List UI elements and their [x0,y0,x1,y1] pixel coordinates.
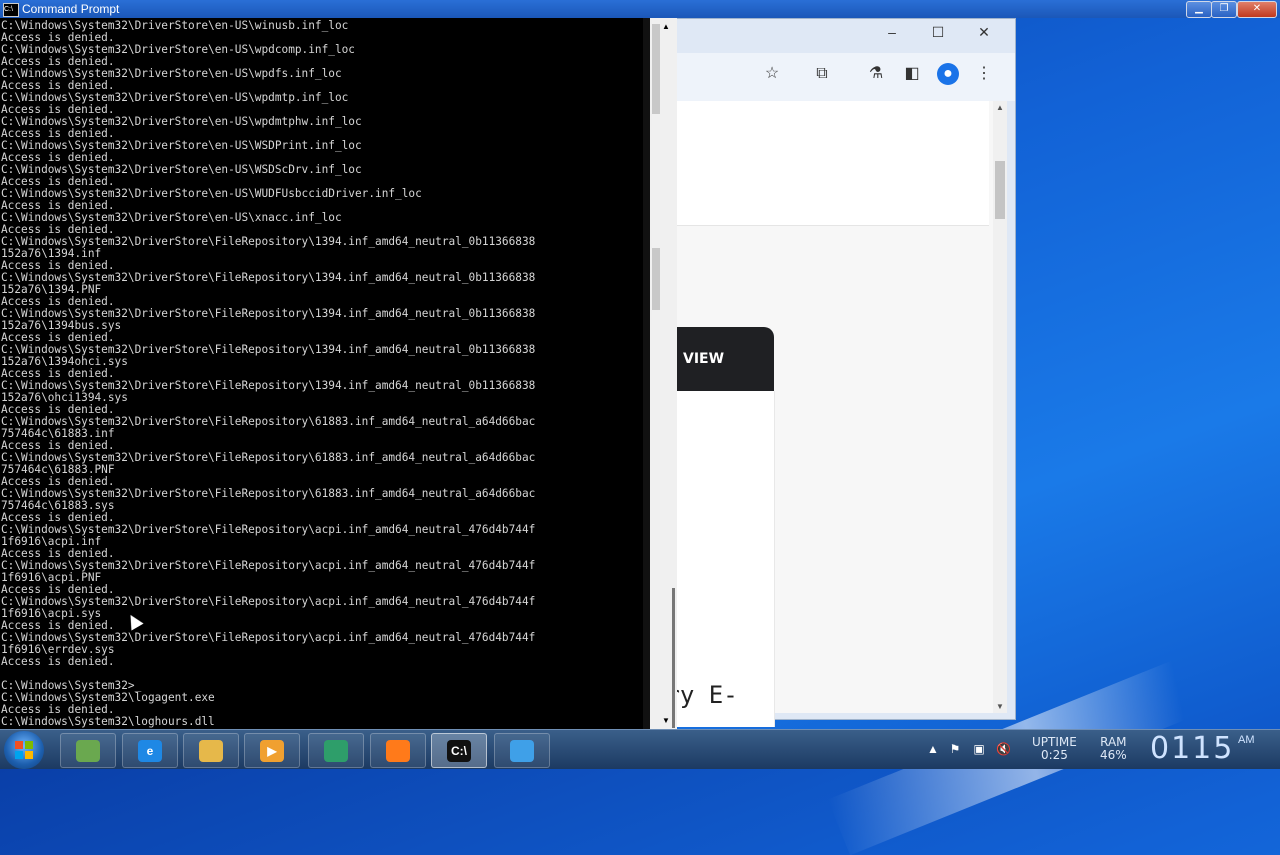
control-panel-icon [76,740,100,762]
bookmark-star-icon[interactable]: ☆ [761,63,783,85]
taskbar: e ▶ C:\ [0,729,1280,769]
volume-muted-icon[interactable]: 🔇 [996,742,1011,756]
uptime-gauge: UPTIME 0:25 [1032,736,1077,762]
clock-time[interactable]: 0115 [1150,731,1234,766]
console-line: Access is denied. [1,655,115,668]
cmd-app-icon: C:\ [3,3,19,17]
uptime-value: 0:25 [1040,748,1068,762]
app-green-icon [324,740,348,762]
media-player-icon: ▶ [260,740,284,762]
taskbar-app-green-button[interactable] [308,733,364,768]
file-explorer-icon [199,740,223,762]
cmd-minimize-button[interactable]: ▁ [1186,1,1212,18]
cmd-close-button[interactable]: ✕ [1237,1,1277,18]
windows-logo-icon [15,741,33,759]
browser-page: VIEW [671,101,997,727]
clock-ampm: AM [1238,734,1255,746]
scroll-up-icon[interactable]: ▲ [993,103,1007,112]
cmd-scroll-track-marker [672,588,675,728]
cmd-scroll-down-icon[interactable]: ▼ [662,716,670,725]
view-button[interactable]: VIEW [671,327,774,391]
cmd-scroll-thumb[interactable] [652,24,660,114]
taskbar-command-prompt-button[interactable]: C:\ [431,733,487,768]
maximize-icon[interactable]: ☐ [925,23,951,41]
minimize-icon[interactable]: – [879,23,905,41]
console-edge [643,18,650,729]
taskbar-app-blue-button[interactable] [494,733,550,768]
console-output[interactable]: C:\Windows\System32\DriverStore\en-US\wi… [0,18,643,729]
cmd-titlebar[interactable]: C:\ Command Prompt ▁ ❐ ✕ [0,0,1280,18]
tray-expand-icon[interactable]: ▲ [926,742,940,756]
cmd-restore-button[interactable]: ❐ [1211,1,1237,18]
taskbar-media-player-button[interactable]: ▶ [244,733,300,768]
ram-value: 46% [1100,748,1127,762]
cmd-scroll-up-icon[interactable]: ▲ [662,22,670,31]
page-card [671,101,989,226]
menu-kebab-icon[interactable]: ⋮ [973,63,995,85]
taskbar-file-explorer-button[interactable] [183,733,239,768]
taskbar-internet-explorer-button[interactable]: e [122,733,178,768]
view-button-label: VIEW [683,351,725,367]
card-panel [671,391,775,727]
side-panel-icon[interactable]: ◧ [901,63,923,85]
labs-flask-icon[interactable]: ⚗ [865,63,887,85]
network-icon[interactable]: ▣ [972,742,986,756]
console-line: C:\Windows\System32\loghours.dll [1,715,215,728]
profile-avatar-icon[interactable]: ● [937,63,959,85]
firefox-icon [386,740,410,762]
start-button[interactable] [4,731,44,769]
scroll-down-icon[interactable]: ▼ [993,702,1007,711]
browser-scroll-thumb[interactable] [995,161,1005,219]
browser-titlebar[interactable] [641,19,1015,45]
cmd-scrollbar[interactable]: ▲ ▼ [650,18,677,729]
close-icon[interactable]: ✕ [971,23,997,41]
extensions-icon[interactable]: ⧉ [811,63,833,85]
action-center-flag-icon[interactable]: ⚑ [948,742,962,756]
window-title: Command Prompt [22,2,120,16]
browser-scrollbar[interactable]: ▲ ▼ [993,101,1007,713]
taskbar-control-panel-button[interactable] [60,733,116,768]
taskbar-firefox-button[interactable] [370,733,426,768]
internet-explorer-icon: e [138,740,162,762]
app-blue-icon [510,740,534,762]
command-prompt-icon: C:\ [447,740,471,762]
ram-gauge: RAM 46% [1100,736,1127,762]
console-text: C:\Windows\System32\DriverStore\en-US\wi… [0,18,643,728]
browser-window[interactable]: – ☐ ✕ ☆ ⧉ ⚗ ◧ ● ⋮ VIEW ary E- ▲ ▼ [640,18,1016,727]
cmd-scroll-thumb-secondary [652,248,660,310]
